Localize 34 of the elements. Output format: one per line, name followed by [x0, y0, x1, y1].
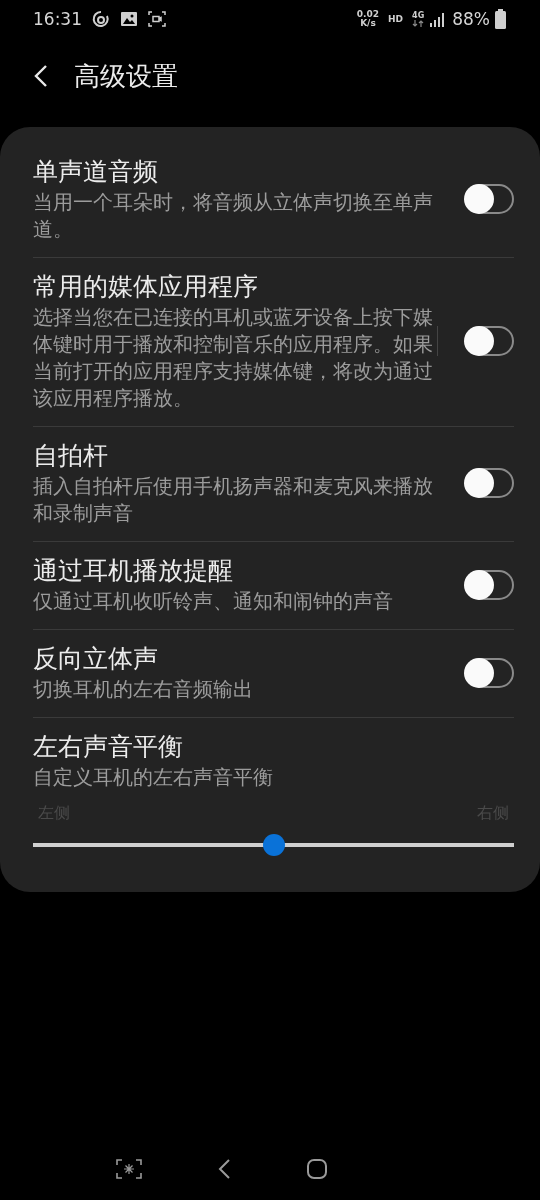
toggle-switch[interactable] [466, 184, 514, 214]
setting-title: 通过耳机播放提醒 [33, 555, 234, 587]
setting-title: 左右声音平衡 [33, 731, 184, 763]
speed-unit: K/s [360, 19, 376, 28]
setting-description: 切换耳机的左右音频输出 [33, 676, 254, 703]
setting-description: 当用一个耳朵时，将音频从立体声切换至单声道。 [33, 189, 434, 243]
battery-icon [495, 9, 506, 29]
setting-title: 常用的媒体应用程序 [33, 271, 259, 303]
toggle-switch[interactable] [466, 657, 514, 688]
setting-description: 自定义耳机的左右声音平衡 [33, 764, 274, 791]
image-icon [120, 10, 138, 28]
network-type: 4G [412, 11, 425, 20]
setting-title: 单声道音频 [33, 156, 159, 188]
battery-percent: 88% [452, 9, 490, 29]
setting-description: 插入自拍杆后使用手机扬声器和麦克风来播放和录制声音 [33, 473, 434, 527]
network-speed: 0.02 [356, 10, 380, 19]
hd-label: HD [388, 14, 404, 24]
slider[interactable] [33, 834, 514, 856]
toggle-switch[interactable] [466, 326, 514, 356]
recent-apps-icon[interactable] [116, 1159, 142, 1179]
data-arrows-icon [412, 20, 425, 27]
page-title: 高级设置 [74, 59, 178, 93]
setting-description: 选择当您在已连接的耳机或蓝牙设备上按下媒体键时用于播放和控制音乐的应用程序。如果当前打开的应用程序支持媒体键，将改为通过该应用程序播放。 [33, 304, 434, 412]
toggle-switch[interactable] [466, 569, 514, 600]
home-icon[interactable] [306, 1158, 328, 1180]
setting-description: 仅通过耳机收听铃声、通知和闹钟的声音 [33, 588, 394, 615]
setting-title: 自拍杆 [33, 440, 109, 472]
slider-thumb[interactable] [262, 834, 285, 856]
toggle-switch[interactable] [466, 468, 514, 498]
status-time: 16:31 [33, 9, 82, 29]
setting-title: 反向立体声 [33, 643, 159, 675]
screen-record-icon [148, 10, 166, 28]
back-icon[interactable] [217, 1158, 231, 1180]
swirl-icon [92, 10, 110, 28]
